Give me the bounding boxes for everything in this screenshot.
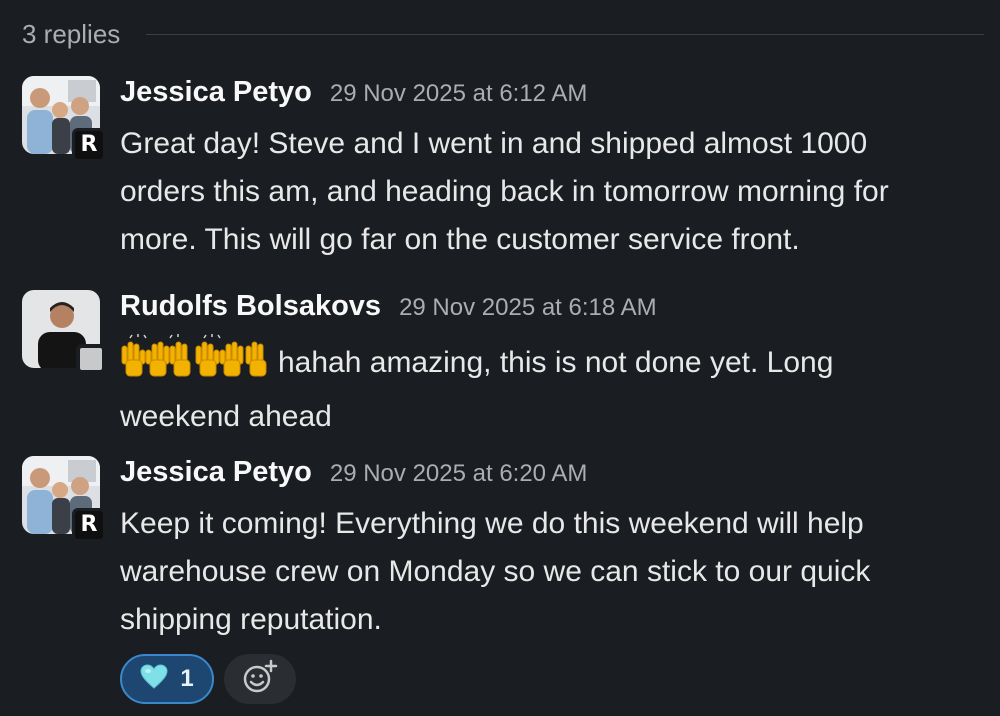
reaction-pill[interactable]: 1 xyxy=(120,654,214,704)
workspace-badge: R xyxy=(72,508,106,542)
reaction-count: 1 xyxy=(180,665,194,692)
message-line: weekend ahead xyxy=(120,400,332,433)
message-line: more. This will go far on the customer s… xyxy=(120,223,800,256)
avatar-wrap xyxy=(22,290,106,374)
message-timestamp[interactable]: 29 Nov 2025 at 6:18 AM xyxy=(399,294,657,322)
workspace-badge: R xyxy=(72,128,106,162)
divider-line xyxy=(146,33,984,35)
author-name[interactable]: Rudolfs Bolsakovs xyxy=(120,290,381,323)
message-line: Keep it coming! Everything we do this we… xyxy=(120,507,864,540)
message-line: warehouse crew on Monday so we can stick… xyxy=(120,555,871,588)
message-text: hahah amazing, this is not done yet. Lon… xyxy=(278,346,834,379)
message-line: orders this am, and heading back in tomo… xyxy=(120,175,889,208)
message-header: Jessica Petyo 29 Nov 2025 at 6:12 AM xyxy=(120,76,990,116)
raising-hands-emoji[interactable] xyxy=(120,334,270,393)
message-body: Keep it coming! Everything we do this we… xyxy=(120,500,990,644)
author-name[interactable]: Jessica Petyo xyxy=(120,76,312,109)
reactions-bar: 1 xyxy=(120,654,296,704)
replies-count-label: 3 replies xyxy=(22,18,121,49)
message-line: shipping reputation. xyxy=(120,603,382,636)
message-header: Rudolfs Bolsakovs 29 Nov 2025 at 6:18 AM xyxy=(120,290,990,330)
presence-status-dot xyxy=(76,344,106,374)
avatar-wrap: R xyxy=(22,456,106,542)
author-name[interactable]: Jessica Petyo xyxy=(120,456,312,489)
message-timestamp[interactable]: 29 Nov 2025 at 6:12 AM xyxy=(330,80,588,108)
message-body: hahah amazing, this is not done yet. Lon… xyxy=(120,334,990,441)
message-timestamp[interactable]: 29 Nov 2025 at 6:20 AM xyxy=(330,460,588,488)
add-reaction-button[interactable] xyxy=(224,654,296,704)
message-line: Great day! Steve and I went in and shipp… xyxy=(120,127,868,160)
add-reaction-icon xyxy=(241,659,279,700)
light-blue-heart-icon xyxy=(140,663,168,695)
message-body: Great day! Steve and I went in and shipp… xyxy=(120,120,990,264)
replies-divider: 3 replies xyxy=(22,14,984,54)
message-line: hahah amazing, this is not done yet. Lon… xyxy=(120,334,990,393)
message-header: Jessica Petyo 29 Nov 2025 at 6:20 AM xyxy=(120,456,990,496)
thread-view: 3 replies R Jessica Petyo 29 Nov 2025 at… xyxy=(0,0,1000,716)
message-content: Jessica Petyo 29 Nov 2025 at 6:20 AM Kee… xyxy=(120,456,990,644)
avatar-wrap: R xyxy=(22,76,106,162)
message-content: Jessica Petyo 29 Nov 2025 at 6:12 AM Gre… xyxy=(120,76,990,264)
message-content: Rudolfs Bolsakovs 29 Nov 2025 at 6:18 AM xyxy=(120,290,990,441)
